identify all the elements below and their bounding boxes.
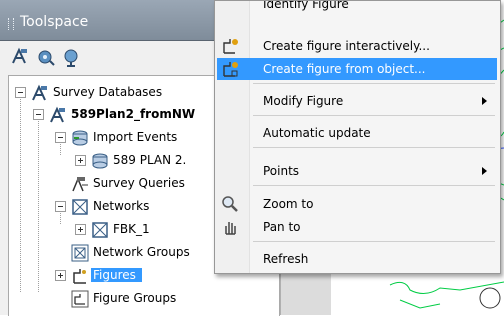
expand-icon[interactable]: [75, 155, 86, 166]
menu-item-label: Create figure from object...: [263, 62, 426, 76]
collapse-icon[interactable]: [33, 109, 44, 120]
menu-item-label: Create figure interactively...: [263, 39, 430, 53]
menu-item-create-figure-interactively[interactable]: Create figure interactively...: [217, 35, 497, 57]
menu-item-label: Identify Figure: [263, 0, 349, 11]
menu-item-pan-to[interactable]: Pan to: [217, 216, 497, 238]
menu-item-label: Refresh: [263, 252, 309, 266]
pan-hand-icon: [225, 222, 236, 235]
tree-node-label: Survey Databases: [53, 85, 163, 99]
submenu-arrow-icon: [482, 167, 487, 175]
tree-node-label: Import Events: [93, 130, 178, 144]
menu-item-label: Zoom to: [263, 197, 314, 211]
tree-node-label: 589Plan2_fromNW: [71, 107, 196, 121]
equipment-toolbar-icon[interactable]: [62, 47, 82, 67]
create-figure-object-icon: [223, 62, 238, 77]
collapse-icon[interactable]: [15, 87, 26, 98]
menu-item-automatic-update[interactable]: Automatic update: [217, 122, 497, 144]
tree-node-label: Figures: [91, 268, 142, 282]
tree-node-label: Figure Groups: [93, 291, 177, 305]
networks-icon: [72, 199, 88, 215]
menu-item-label: Automatic update: [263, 126, 371, 140]
expand-icon[interactable]: [55, 270, 66, 281]
import-event-icon: [92, 153, 108, 169]
menu-separator: [253, 241, 495, 242]
zoom-icon: [222, 196, 238, 212]
collapse-icon[interactable]: [55, 201, 66, 212]
settings-toolbar-icon[interactable]: [36, 47, 56, 67]
tree-node-label: FBK_1: [113, 222, 150, 236]
menu-item-modify-figure[interactable]: Modify Figure: [217, 90, 497, 112]
network-groups-icon: [71, 244, 89, 262]
context-menu: Identify Figure Create figure interactive…: [214, 0, 501, 274]
menu-item-create-figure-from-object[interactable]: Create figure from object...: [217, 58, 497, 80]
network-icon: [92, 222, 108, 238]
figure-groups-icon: [71, 290, 89, 308]
survey-toolbar-icon[interactable]: [10, 47, 30, 67]
survey-db-icon: [32, 84, 47, 101]
menu-item-identify-figure[interactable]: Identify Figure: [217, 0, 497, 15]
submenu-arrow-icon: [482, 97, 487, 105]
menu-separator: [253, 115, 495, 116]
tree-node-label: Network Groups: [93, 245, 190, 259]
create-figure-icon: [223, 39, 238, 54]
tree-node-label: Survey Queries: [93, 176, 185, 190]
menu-separator: [253, 147, 495, 148]
survey-queries-icon: [72, 177, 88, 192]
menu-item-label: Modify Figure: [263, 94, 344, 108]
figures-icon: [73, 269, 86, 284]
tree-node[interactable]: Figure Groups: [9, 288, 277, 310]
collapse-icon[interactable]: [55, 132, 66, 143]
database-icon: [50, 106, 65, 123]
menu-separator: [253, 185, 495, 186]
menu-item-label: Pan to: [263, 220, 301, 234]
menu-item-label: Points: [263, 164, 300, 178]
tree-node-label: Networks: [93, 199, 150, 213]
expand-icon[interactable]: [75, 224, 86, 235]
palette-title: Toolspace: [20, 14, 89, 30]
menu-item-refresh[interactable]: Refresh: [217, 248, 497, 270]
import-events-icon: [72, 130, 88, 146]
menu-separator: [253, 83, 495, 84]
menu-item-zoom-to[interactable]: Zoom to: [217, 193, 497, 215]
grip-icon[interactable]: [8, 18, 14, 30]
tree-node-label: 589 PLAN 2.: [113, 153, 187, 167]
menu-item-points[interactable]: Points: [217, 160, 497, 182]
